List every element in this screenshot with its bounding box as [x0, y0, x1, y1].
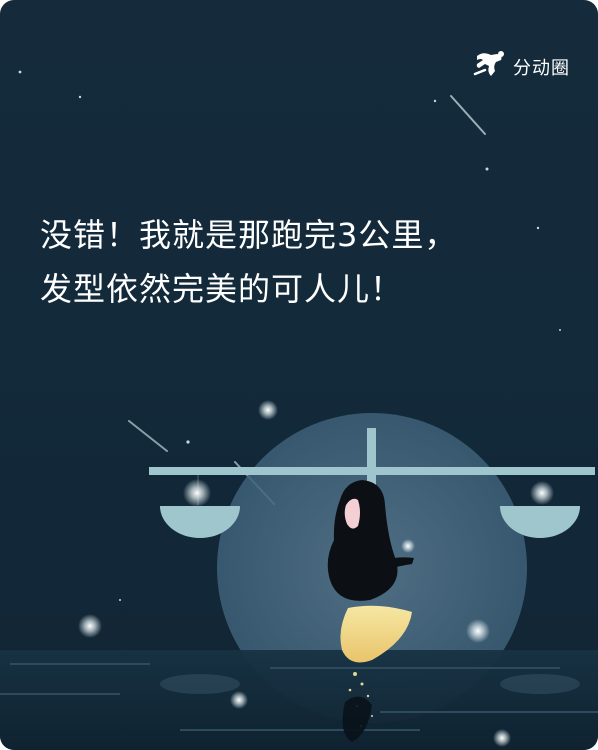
headline: 没错！我就是那跑完3公里， 发型依然完美的可人儿！: [40, 208, 457, 316]
poster-card: 分动圈 没错！我就是那跑完3公里， 发型依然完美的可人儿！: [0, 0, 598, 750]
runner-icon: [473, 50, 507, 84]
headline-line-2: 发型依然完美的可人儿！: [40, 270, 404, 308]
night-scene-illustration: [0, 70, 598, 750]
brand-name: 分动圈: [513, 58, 570, 79]
brand-logo: 分动圈: [473, 50, 570, 84]
headline-line-1: 没错！我就是那跑完3公里，: [40, 216, 458, 254]
